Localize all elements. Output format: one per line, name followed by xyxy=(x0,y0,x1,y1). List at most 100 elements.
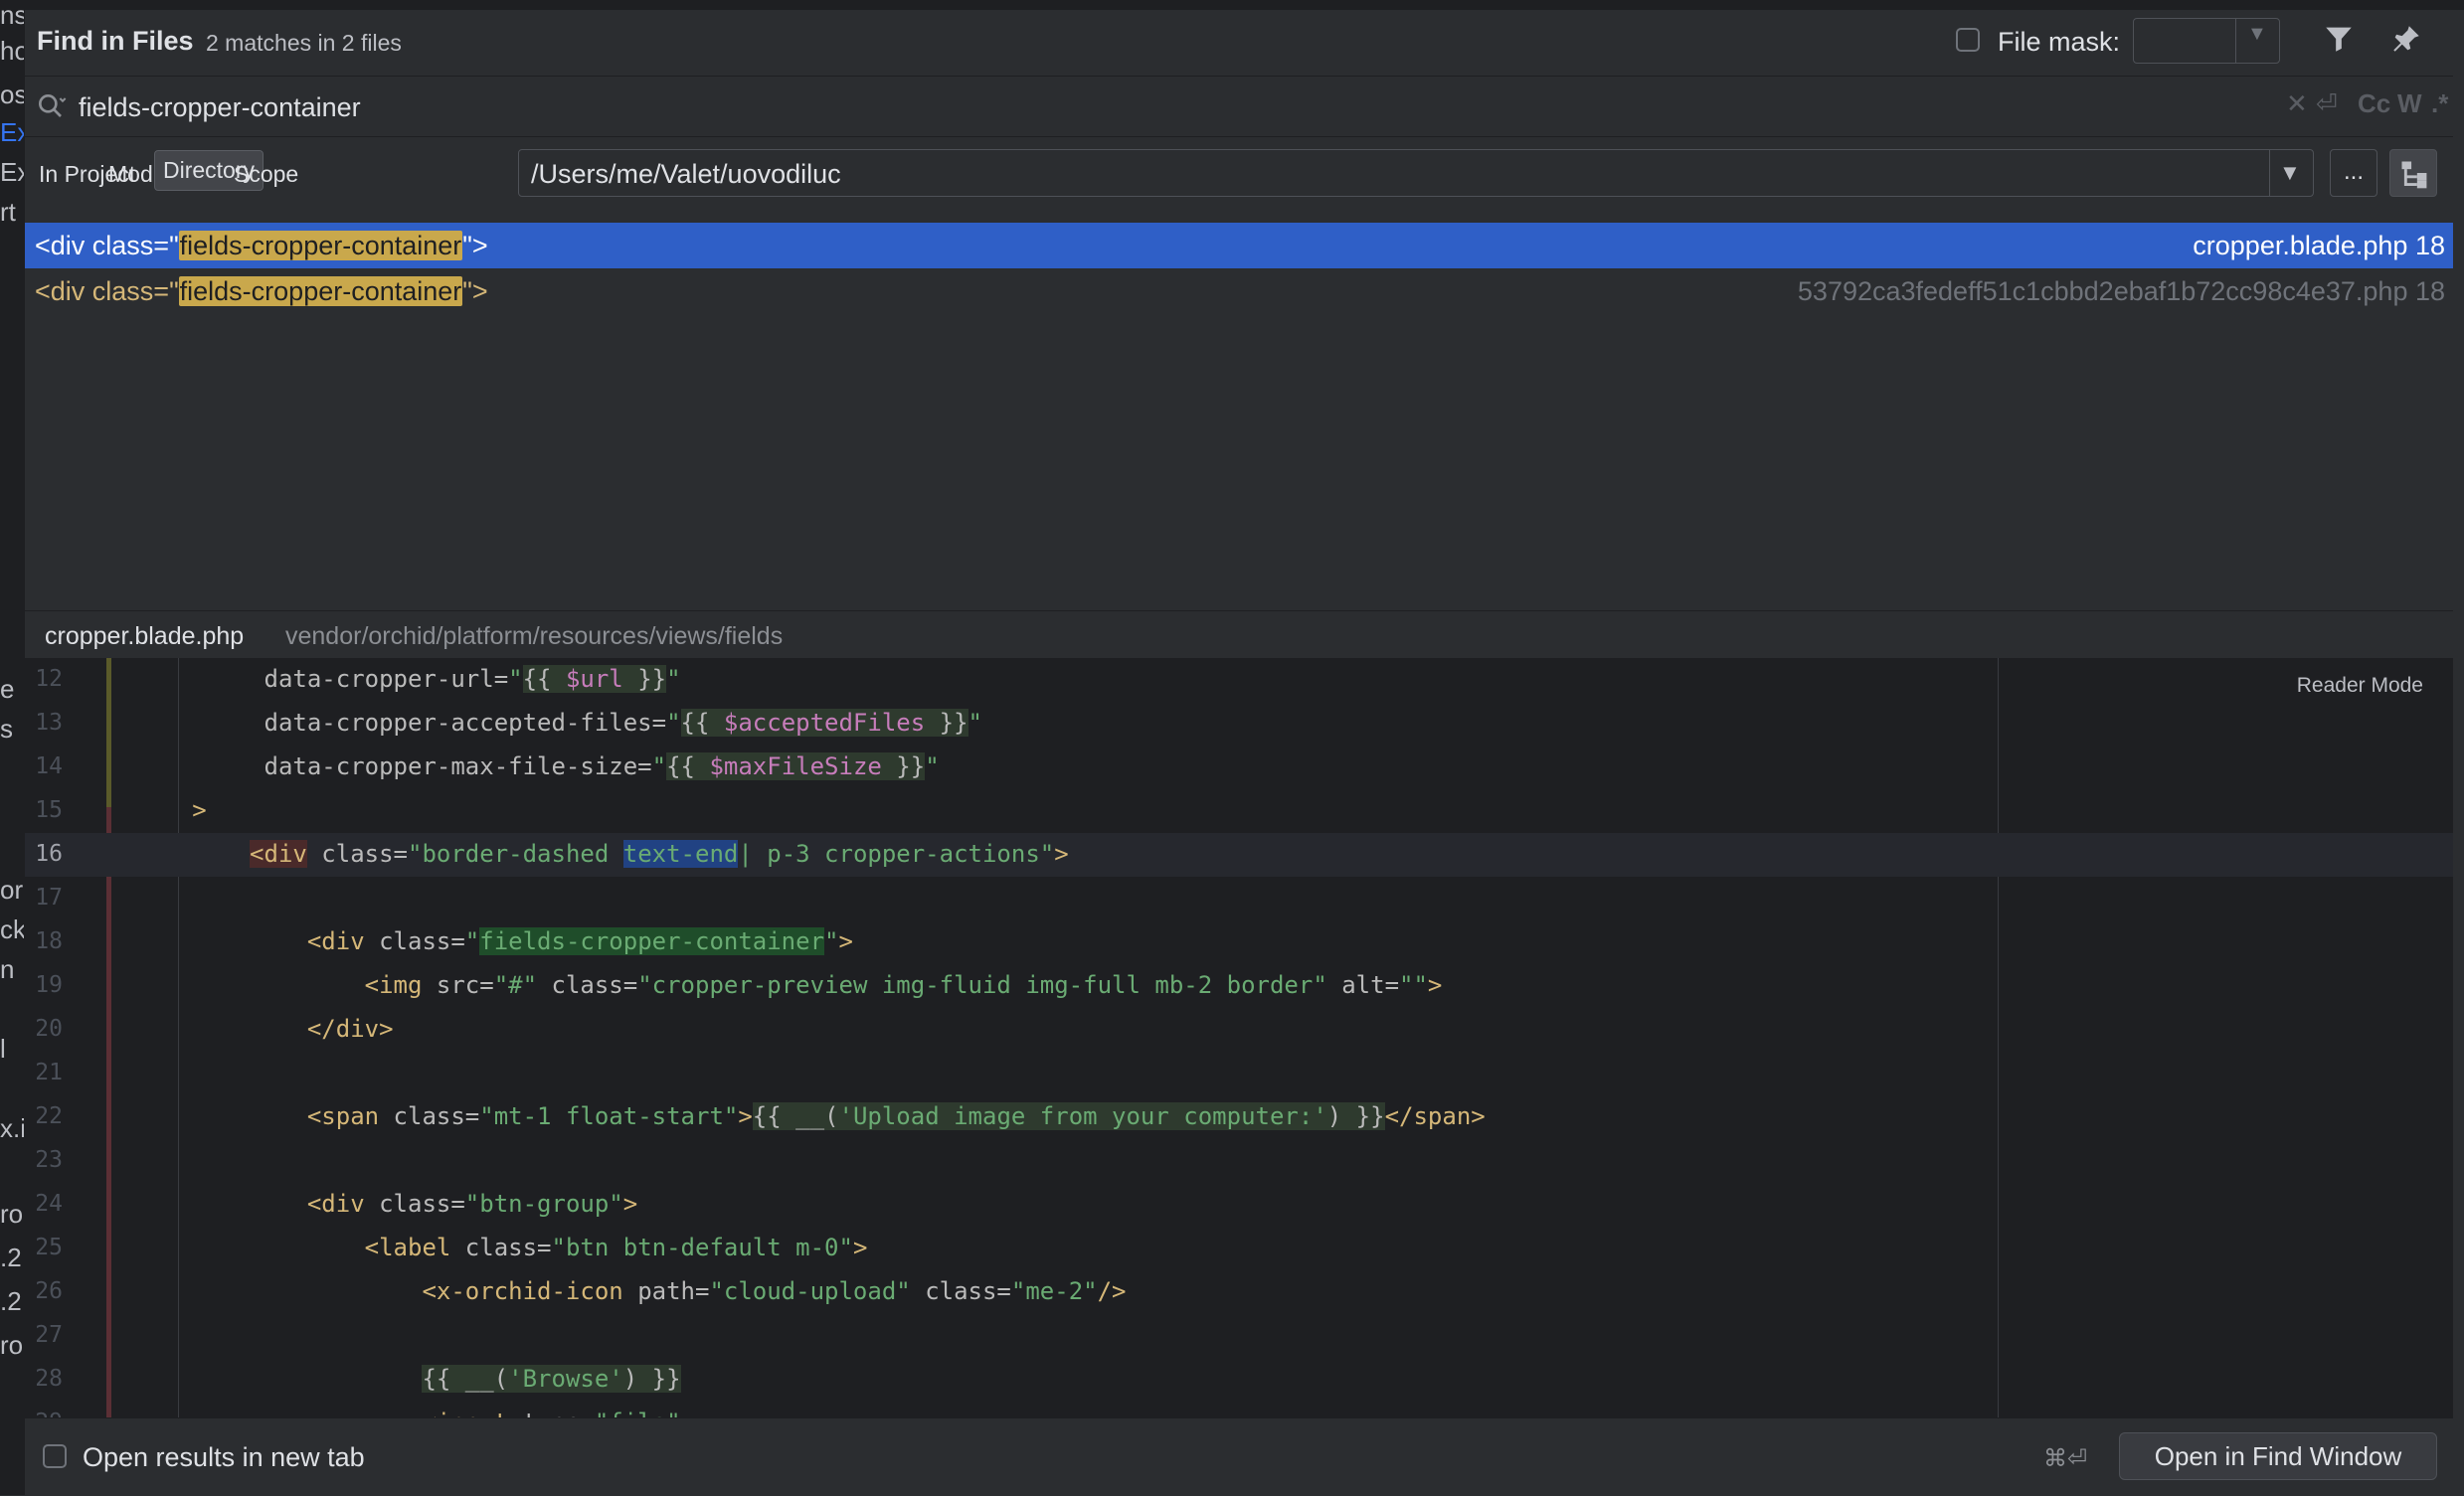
line-number: 23 xyxy=(35,1147,63,1173)
find-in-files-popup: Find in Files 2 matches in 2 files File … xyxy=(24,10,2453,1496)
code-line: 13 data-cropper-accepted-files="{{ $acce… xyxy=(25,702,2453,746)
scope-row: In Project Module Directory Scope /Users… xyxy=(25,137,2453,211)
result-match: fields-cropper-container xyxy=(178,276,463,306)
line-number: 16 xyxy=(35,841,63,867)
line-number: 12 xyxy=(35,666,63,692)
bg-fragment: or xyxy=(0,875,24,905)
line-number: 14 xyxy=(35,753,63,779)
result-row[interactable]: <div class="fields-cropper-container"> c… xyxy=(25,223,2453,268)
code-line: 14 data-cropper-max-file-size="{{ $maxFi… xyxy=(25,746,2453,789)
result-match: fields-cropper-container xyxy=(178,231,463,260)
code-text: </div> xyxy=(306,1015,394,1043)
file-mask-checkbox[interactable] xyxy=(1956,28,1980,52)
tree-icon xyxy=(2401,161,2427,189)
bg-fragment: l xyxy=(0,1034,6,1064)
preview-file-path: vendor/orchid/platform/resources/views/f… xyxy=(285,622,784,650)
code-text: data-cropper-url="{{ $url }}" xyxy=(264,665,681,693)
code-line: 17 xyxy=(25,877,2453,920)
shortcut-hint: ⌘⏎ xyxy=(2043,1445,2088,1472)
code-text: <div class="border-dashed text-end| p-3 … xyxy=(250,840,1069,868)
tab-scope[interactable]: Scope xyxy=(226,155,306,194)
bg-fragment: ro xyxy=(0,1330,24,1360)
browse-directory-button[interactable]: ... xyxy=(2330,149,2377,197)
bg-fragment: rt xyxy=(0,197,16,227)
bg-fragment: ho xyxy=(0,36,24,66)
line-number: 24 xyxy=(35,1191,63,1217)
filter-icon[interactable] xyxy=(2322,22,2356,56)
line-number: 13 xyxy=(35,710,63,736)
code-line: 26 <x-orchid-icon path="cloud-upload" cl… xyxy=(25,1270,2453,1314)
code-text: <div class="fields-cropper-container"> xyxy=(306,927,853,955)
result-prefix: <div class=" xyxy=(35,231,179,260)
combo-separator xyxy=(2235,19,2236,63)
line-number: 21 xyxy=(35,1060,63,1085)
popup-title: Find in Files xyxy=(37,26,194,56)
line-number: 17 xyxy=(35,885,63,911)
code-text: <x-orchid-icon path="cloud-upload" class… xyxy=(422,1277,1127,1305)
code-text: {{ __('Browse') }} xyxy=(422,1365,681,1393)
code-text: data-cropper-accepted-files="{{ $accepte… xyxy=(264,709,982,737)
match-case-toggle[interactable]: Cc xyxy=(2358,88,2390,119)
search-row: ✕ ⏎ Cc W .* xyxy=(25,77,2453,137)
code-line: 21 xyxy=(25,1052,2453,1095)
line-number: 15 xyxy=(35,797,63,823)
bg-fragment: os xyxy=(0,80,24,109)
code-text: <div class="btn-group"> xyxy=(306,1190,638,1218)
bg-fragment: Ex xyxy=(0,117,24,147)
popup-header: Find in Files 2 matches in 2 files File … xyxy=(25,10,2453,77)
bg-fragment: .2 xyxy=(0,1286,22,1316)
chevron-down-icon[interactable]: ▼ xyxy=(2247,23,2267,46)
bg-fragment: Ex xyxy=(0,157,24,187)
open-in-find-window-button[interactable]: Open in Find Window xyxy=(2119,1432,2437,1480)
line-number: 27 xyxy=(35,1322,63,1348)
background-editor-strip: ns ho os Ex Ex rt e s or ck n l x.i ro .… xyxy=(0,0,24,1495)
result-suffix: "> xyxy=(462,231,488,260)
bg-fragment: s xyxy=(0,714,13,744)
words-toggle[interactable]: W xyxy=(2397,88,2422,119)
result-suffix: "> xyxy=(462,276,488,306)
code-line: 29 <input type="file" xyxy=(25,1402,2453,1417)
file-mask-combo[interactable]: ▼ xyxy=(2133,18,2280,64)
bg-fragment: n xyxy=(0,954,15,984)
bg-fragment: .2 xyxy=(0,1243,22,1272)
directory-combo[interactable]: /Users/me/Valet/uovodiluc ▼ xyxy=(518,149,2314,197)
open-new-tab-label: Open results in new tab xyxy=(83,1442,365,1472)
background-top xyxy=(24,0,2464,10)
recursive-toggle-button[interactable] xyxy=(2389,149,2437,197)
result-row[interactable]: <div class="fields-cropper-container"> 5… xyxy=(25,268,2453,314)
result-code: <div class="fields-cropper-container"> xyxy=(35,231,488,261)
result-file: cropper.blade.php 18 xyxy=(2193,231,2445,260)
code-line: 18 <div class="fields-cropper-container"… xyxy=(25,920,2453,964)
line-number: 25 xyxy=(35,1235,63,1260)
bg-fragment: x.i xyxy=(0,1113,24,1143)
code-text: <span class="mt-1 float-start">{{ __('Up… xyxy=(306,1102,1486,1130)
result-prefix: <div class=" xyxy=(35,276,179,306)
code-text: <label class="btn btn-default m-0"> xyxy=(364,1234,868,1261)
line-number: 26 xyxy=(35,1278,63,1304)
popup-footer: Open results in new tab ⌘⏎ Open in Find … xyxy=(25,1417,2453,1496)
line-number: 18 xyxy=(35,928,63,954)
clear-search-icon[interactable]: ✕ xyxy=(2286,88,2308,119)
line-number: 28 xyxy=(35,1366,63,1392)
pin-icon[interactable] xyxy=(2389,22,2423,56)
result-file: 53792ca3fedeff51c1cbbd2ebaf1b72cc98c4e37… xyxy=(1797,276,2445,306)
line-number: 19 xyxy=(35,972,63,998)
search-icon[interactable] xyxy=(35,90,67,122)
line-number: 29 xyxy=(25,1410,63,1417)
file-mask-label: File mask: xyxy=(1998,27,2121,57)
preview-file-name: cropper.blade.php xyxy=(45,622,245,650)
bg-fragment: ck xyxy=(0,914,24,944)
newline-icon[interactable]: ⏎ xyxy=(2316,88,2338,119)
code-text: data-cropper-max-file-size="{{ $maxFileS… xyxy=(264,752,940,780)
code-preview[interactable]: Reader Mode 12 data-cropper-url="{{ $url… xyxy=(25,658,2453,1417)
line-number: 22 xyxy=(35,1103,63,1129)
regex-toggle[interactable]: .* xyxy=(2431,88,2448,119)
code-text: <input type="file" xyxy=(120,1409,680,1417)
open-new-tab-checkbox[interactable] xyxy=(43,1444,67,1468)
result-code: <div class="fields-cropper-container"> xyxy=(35,276,488,307)
code-line: 23 xyxy=(25,1139,2453,1183)
chevron-down-icon[interactable]: ▼ xyxy=(2279,160,2301,186)
search-input[interactable] xyxy=(77,86,2169,128)
code-line: 22 <span class="mt-1 float-start">{{ __(… xyxy=(25,1095,2453,1139)
bg-fragment: ns xyxy=(0,0,24,30)
